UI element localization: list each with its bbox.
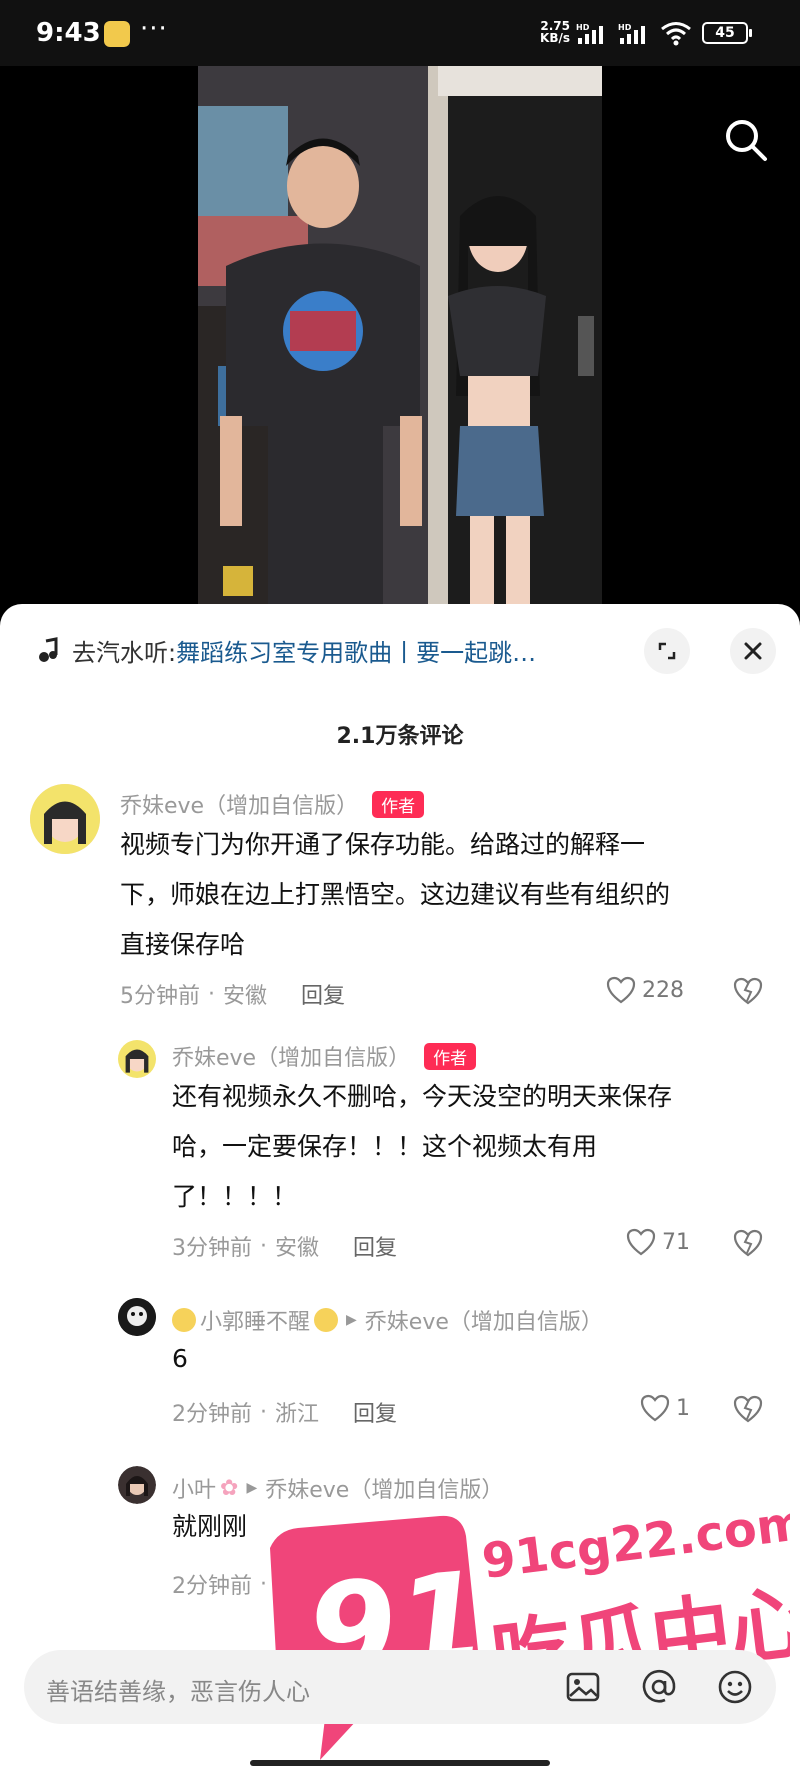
reply-to-username[interactable]: 乔妹eve（增加自信版） (365, 1304, 603, 1336)
music-prefix: 去汽水听: (72, 638, 177, 667)
heart-icon (606, 976, 636, 1004)
cellular-signal-icon: HD (576, 23, 603, 44)
music-title-link[interactable]: 舞蹈练习室专用歌曲丨要一起跳… (176, 633, 536, 668)
comment-item: 乔妹eve（增加自信版） 作者 视频专门为你开通了保存功能。给路过的解释一 下，… (0, 780, 800, 1020)
avatar-image (118, 1298, 156, 1336)
battery-icon: 45 (702, 22, 752, 44)
author-badge: 作者 (372, 790, 425, 818)
avatar-image (118, 1466, 156, 1504)
comment-text-line: 直接保存哈 (120, 930, 246, 959)
image-icon[interactable] (564, 1668, 602, 1706)
expand-icon (658, 642, 676, 660)
home-indicator[interactable] (250, 1760, 550, 1766)
hd-label: HD (576, 23, 590, 32)
comment-username-row[interactable]: 乔妹eve（增加自信版） 作者 (172, 1040, 477, 1072)
avatar[interactable] (118, 1466, 156, 1504)
comment-username[interactable]: 乔妹eve（增加自信版） (120, 788, 358, 820)
search-icon[interactable] (722, 116, 770, 164)
comment-time: 5分钟前 (120, 984, 200, 1009)
emoji-icon[interactable] (716, 1668, 754, 1706)
comment-reply-item: 乔妹eve（增加自信版） 作者 还有视频永久不删哈，今天没空的明天来保存 哈，一… (0, 1030, 800, 1270)
comment-text-line: 视频专门为你开通了保存功能。给路过的解释一 (120, 830, 646, 859)
music-note-icon (39, 637, 58, 662)
like-count: 1 (676, 1395, 690, 1421)
hd-label-2: HD (618, 23, 632, 32)
reply-arrow-icon: ▶ (346, 1312, 357, 1328)
comment-username-row[interactable]: 乔妹eve（增加自信版） 作者 (120, 788, 425, 820)
comment-text: 还有视频永久不删哈，今天没空的明天来保存 哈，一定要保存！！！这个视频太有用 了… (172, 1072, 772, 1222)
smile-emoji-icon (172, 1308, 196, 1332)
like-count: 71 (662, 1229, 690, 1255)
dislike-icon[interactable] (732, 976, 764, 1006)
cellular-signal-2-icon: HD (618, 23, 645, 44)
comment-text-line: 还有视频永久不删哈，今天没空的明天来保存 (172, 1082, 673, 1111)
comment-username[interactable]: 乔妹eve（增加自信版） (172, 1040, 410, 1072)
like-button[interactable]: 1 (640, 1394, 690, 1422)
status-time: 9:43 (36, 18, 101, 48)
comment-location: 安徽 (275, 1236, 320, 1261)
network-speed-unit: KB/s (540, 31, 570, 45)
reply-button[interactable]: 回复 (353, 1230, 397, 1262)
comment-input[interactable]: 善语结善缘，恶言伤人心 (24, 1650, 776, 1724)
close-button[interactable] (730, 628, 776, 674)
wifi-icon (661, 22, 691, 46)
meta-separator: · (208, 981, 215, 1007)
reply-button[interactable]: 回复 (301, 978, 345, 1010)
video-player[interactable] (0, 66, 800, 610)
comment-meta: 3分钟前 · 安徽 回复 (172, 1230, 397, 1262)
comment-time: 2分钟前 (172, 1574, 252, 1599)
dislike-icon[interactable] (732, 1228, 764, 1258)
comment-text-line: 6 (172, 1344, 188, 1373)
comment-text-line: 下，师娘在边上打黑悟空。这边建议有些有组织的 (120, 880, 671, 909)
meta-separator: · (260, 1399, 267, 1425)
like-count: 228 (642, 977, 684, 1003)
video-frame[interactable] (198, 66, 602, 610)
meta-separator: · (260, 1233, 267, 1259)
avatar[interactable] (118, 1298, 156, 1336)
music-link-row[interactable]: 去汽水听: 舞蹈练习室专用歌曲丨要一起跳… (36, 630, 616, 670)
avatar-image (118, 1040, 156, 1078)
avatar[interactable] (118, 1040, 156, 1078)
notification-app-icon (104, 21, 130, 47)
comment-meta: 2分钟前 · 浙江 回复 (172, 1396, 397, 1428)
like-button[interactable]: 228 (606, 976, 684, 1004)
mention-icon[interactable] (640, 1668, 678, 1706)
comment-reply-item: 小郭睡不醒 ▶ 乔妹eve（增加自信版） 6 2分钟前 · 浙江 回复 1 (0, 1298, 800, 1448)
avatar[interactable] (30, 784, 100, 854)
close-icon (744, 642, 762, 660)
comment-meta: 5分钟前 · 安徽 回复 (120, 978, 345, 1010)
status-more-icon: ··· (140, 14, 168, 44)
comment-text: 6 (172, 1334, 772, 1384)
comment-location: 安徽 (223, 984, 268, 1009)
comment-text: 视频专门为你开通了保存功能。给路过的解释一 下，师娘在边上打黑悟空。这边建议有些… (120, 820, 770, 970)
dislike-icon[interactable] (732, 1394, 764, 1424)
flower-icon: ✿ (220, 1475, 239, 1501)
comment-username-row[interactable]: 小郭睡不醒 ▶ 乔妹eve（增加自信版） (172, 1304, 603, 1336)
watermark-domain: 91cg22.com (479, 1495, 790, 1590)
comment-username[interactable]: 小郭睡不醒 (200, 1304, 310, 1336)
comment-text-line: 了！！！！ (172, 1182, 298, 1211)
expand-button[interactable] (644, 628, 690, 674)
author-badge: 作者 (424, 1042, 477, 1070)
watermark-logo: 91 91cg22.com 吃瓜中心 (270, 1495, 790, 1760)
status-bar: 9:43 ··· 2.75 KB/s HD HD 45 (0, 0, 800, 66)
comment-text-line: 哈，一定要保存！！！这个视频太有用 (172, 1132, 598, 1161)
smile-emoji-icon (314, 1308, 339, 1332)
comment-time: 2分钟前 (172, 1402, 252, 1427)
comment-location: 浙江 (275, 1402, 320, 1427)
comment-count: 2.1万条评论 (336, 724, 464, 749)
comment-username[interactable]: 小叶 (172, 1472, 216, 1504)
video-thumbnail (198, 66, 602, 610)
avatar-image (30, 784, 100, 854)
heart-icon (640, 1394, 670, 1422)
comment-input-placeholder: 善语结善缘，恶言伤人心 (46, 1678, 310, 1706)
heart-icon (626, 1228, 656, 1256)
like-button[interactable]: 71 (626, 1228, 690, 1256)
comment-time: 3分钟前 (172, 1236, 252, 1261)
reply-button[interactable]: 回复 (353, 1396, 397, 1428)
network-speed: 2.75 KB/s (534, 20, 570, 44)
